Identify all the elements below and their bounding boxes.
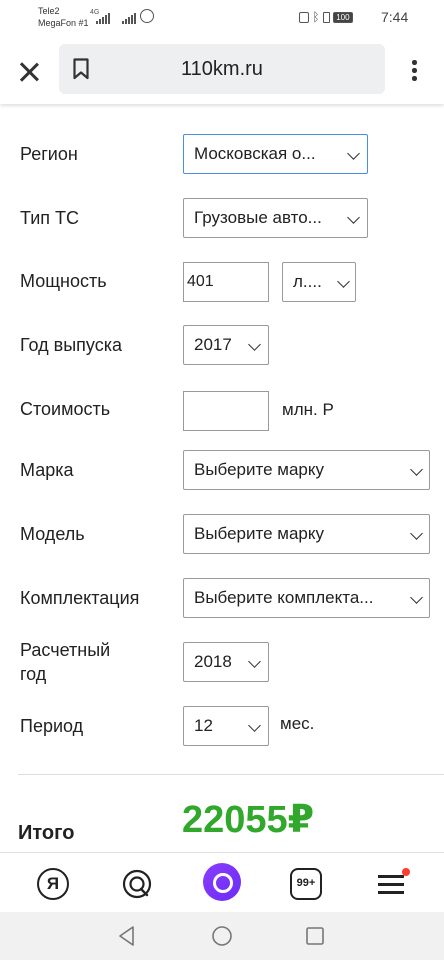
alice-voice-assistant-icon[interactable]: [203, 863, 241, 901]
address-bar[interactable]: 110km.ru: [59, 44, 385, 94]
calc-year-select[interactable]: 2018: [183, 642, 269, 682]
calc-year-label-line1: Расчетный: [20, 640, 111, 660]
brand-select[interactable]: Выберите марку: [183, 450, 430, 490]
battery-icon: 100: [333, 12, 353, 24]
divider: [18, 774, 444, 775]
model-label: Модель: [20, 524, 85, 544]
bluetooth-icon: ᛒ: [312, 10, 320, 24]
model-select-value: Выберите марку: [194, 524, 325, 543]
carrier-2: MegaFon #1: [38, 18, 89, 28]
close-icon[interactable]: [17, 60, 41, 84]
zen-feed-icon[interactable]: [121, 868, 153, 900]
trim-select-value: Выберите комплекта...: [194, 588, 374, 607]
chevron-down-icon: [347, 147, 360, 160]
carrier-1: Tele2: [38, 6, 60, 16]
power-unit-value: л....: [293, 272, 322, 291]
tabs-counter-icon[interactable]: 99+: [290, 868, 322, 900]
chevron-down-icon: [410, 591, 423, 604]
home-icon[interactable]: [211, 925, 233, 947]
yandex-icon[interactable]: Я: [37, 868, 69, 900]
period-label: Период: [20, 716, 84, 736]
back-icon[interactable]: [116, 925, 138, 947]
vehicle-type-label: Тип ТС: [20, 208, 80, 228]
calc-year-select-value: 2018: [194, 652, 232, 671]
region-label: Регион: [20, 144, 78, 164]
chevron-down-icon: [248, 655, 261, 668]
region-select[interactable]: Московская о...: [183, 134, 368, 174]
clock: 7:44: [381, 9, 409, 25]
year-select-value: 2017: [194, 335, 232, 354]
power-input[interactable]: 401: [183, 262, 269, 302]
model-select[interactable]: Выберите марку: [183, 514, 430, 554]
cost-input[interactable]: [183, 391, 269, 431]
status-bar: Tele2 MegaFon #1 4G ᛒ 100 7:44: [0, 0, 444, 36]
chevron-down-icon: [248, 719, 261, 732]
chevron-down-icon: [248, 338, 261, 351]
signal-icon-2: [122, 12, 138, 24]
trim-label: Комплектация: [20, 588, 140, 608]
trim-select[interactable]: Выберите комплекта...: [183, 578, 430, 618]
menu-icon[interactable]: [404, 58, 424, 82]
system-navigation-bar: [0, 912, 444, 960]
year-select[interactable]: 2017: [183, 325, 269, 365]
total-value: 22055₽: [182, 799, 315, 841]
power-label: Мощность: [20, 271, 107, 291]
vibrate-icon: [322, 12, 330, 24]
carrier-info: Tele2 MegaFon #1: [38, 5, 89, 29]
chat-bubble-icon: [122, 869, 152, 899]
chevron-down-icon: [337, 275, 350, 288]
period-unit: мес.: [280, 714, 315, 733]
signal-icon-1: [96, 12, 112, 24]
nfc-icon: [299, 12, 309, 24]
region-select-value: Московская о...: [194, 144, 316, 163]
brand-select-value: Выберите марку: [194, 460, 325, 479]
status-icons: ᛒ 100: [299, 10, 353, 24]
browser-toolbar: 110km.ru: [0, 36, 444, 104]
chevron-down-icon: [347, 211, 360, 224]
cost-unit: млн. Р: [282, 400, 334, 419]
power-unit-select[interactable]: л....: [282, 262, 356, 302]
period-select[interactable]: 12: [183, 706, 269, 746]
year-label: Год выпуска: [20, 335, 122, 355]
vehicle-type-select[interactable]: Грузовые авто...: [183, 198, 368, 238]
calc-year-label-line2: год: [20, 664, 47, 684]
browser-bottom-nav: Я 99+: [0, 852, 444, 912]
calculator-form: Регион Московская о... Тип ТС Грузовые а…: [0, 104, 444, 852]
recent-apps-icon[interactable]: [305, 926, 325, 946]
chevron-down-icon: [410, 527, 423, 540]
period-select-value: 12: [194, 716, 213, 735]
chevron-down-icon: [410, 463, 423, 476]
total-label: Итого: [18, 822, 75, 844]
notification-dot: [402, 868, 410, 876]
cost-label: Стоимость: [20, 399, 111, 419]
vehicle-type-select-value: Грузовые авто...: [194, 208, 322, 227]
brand-label: Марка: [20, 460, 74, 480]
whatsapp-icon: [140, 9, 154, 23]
url-text[interactable]: 110km.ru: [59, 58, 385, 81]
